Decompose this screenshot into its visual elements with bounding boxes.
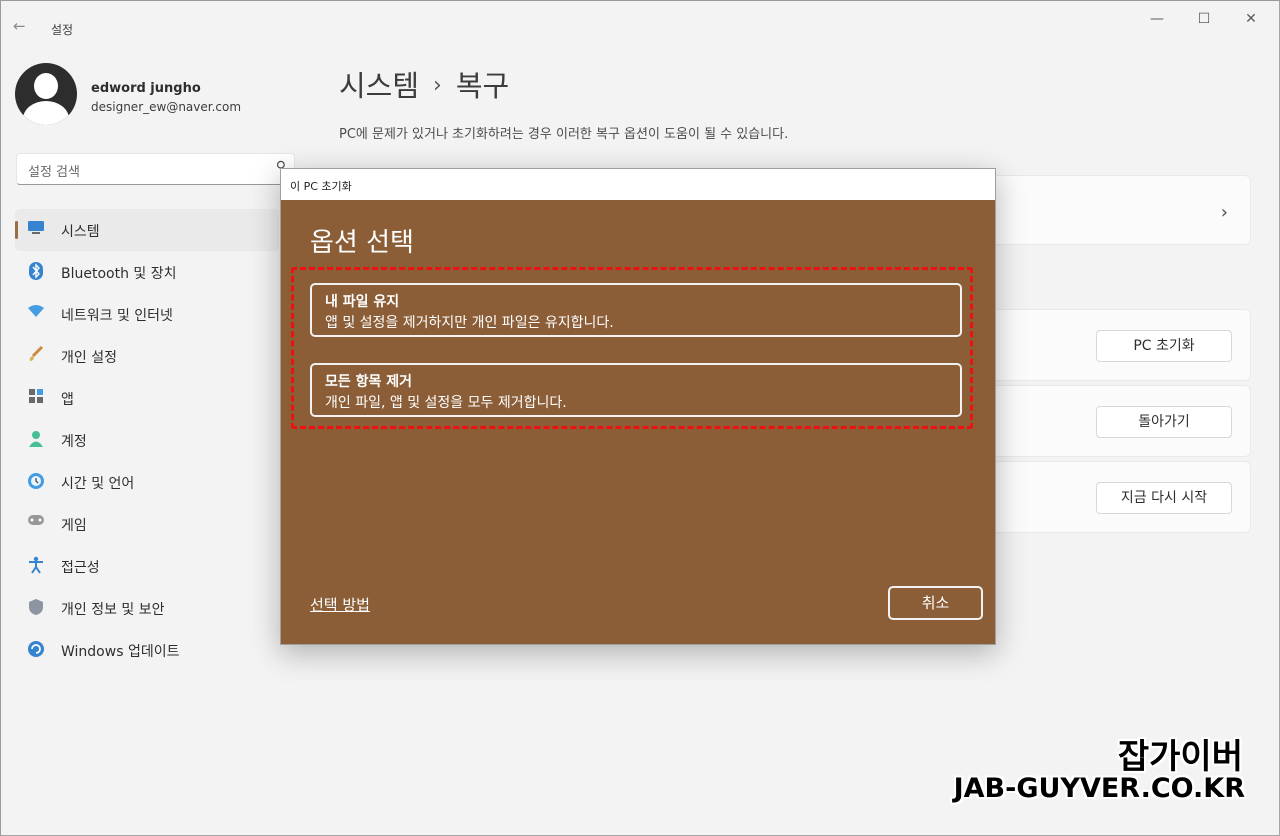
settings-window: ← 설정 — ☐ ✕ edword jungho designer_ew@nav… (0, 0, 1280, 836)
dialog-title-bar: 이 PC 초기화 (281, 169, 995, 200)
reset-pc-dialog: 이 PC 초기화 옵션 선택 내 파일 유지 앱 및 설정을 제거하지만 개인 … (280, 168, 996, 645)
option-description: 개인 파일, 앱 및 설정을 모두 제거합니다. (325, 395, 567, 411)
remove-everything-option[interactable]: 모든 항목 제거 개인 파일, 앱 및 설정을 모두 제거합니다. (310, 363, 962, 417)
cancel-button[interactable]: 취소 (888, 586, 983, 620)
option-description: 앱 및 설정을 제거하지만 개인 파일은 유지합니다. (325, 315, 614, 331)
option-title: 내 파일 유지 (325, 294, 400, 310)
watermark-korean: 잡가이버 (1117, 737, 1243, 777)
dialog-title: 이 PC 초기화 (290, 180, 352, 193)
option-title: 모든 항목 제거 (325, 374, 413, 390)
watermark-url: JAB-GUYVER.CO.KR (953, 773, 1245, 804)
keep-files-option[interactable]: 내 파일 유지 앱 및 설정을 제거하지만 개인 파일은 유지합니다. (310, 283, 962, 337)
dialog-body: 옵션 선택 내 파일 유지 앱 및 설정을 제거하지만 개인 파일은 유지합니다… (281, 200, 995, 644)
dialog-heading: 옵션 선택 (310, 228, 414, 258)
help-me-choose-link[interactable]: 선택 방법 (310, 594, 370, 615)
